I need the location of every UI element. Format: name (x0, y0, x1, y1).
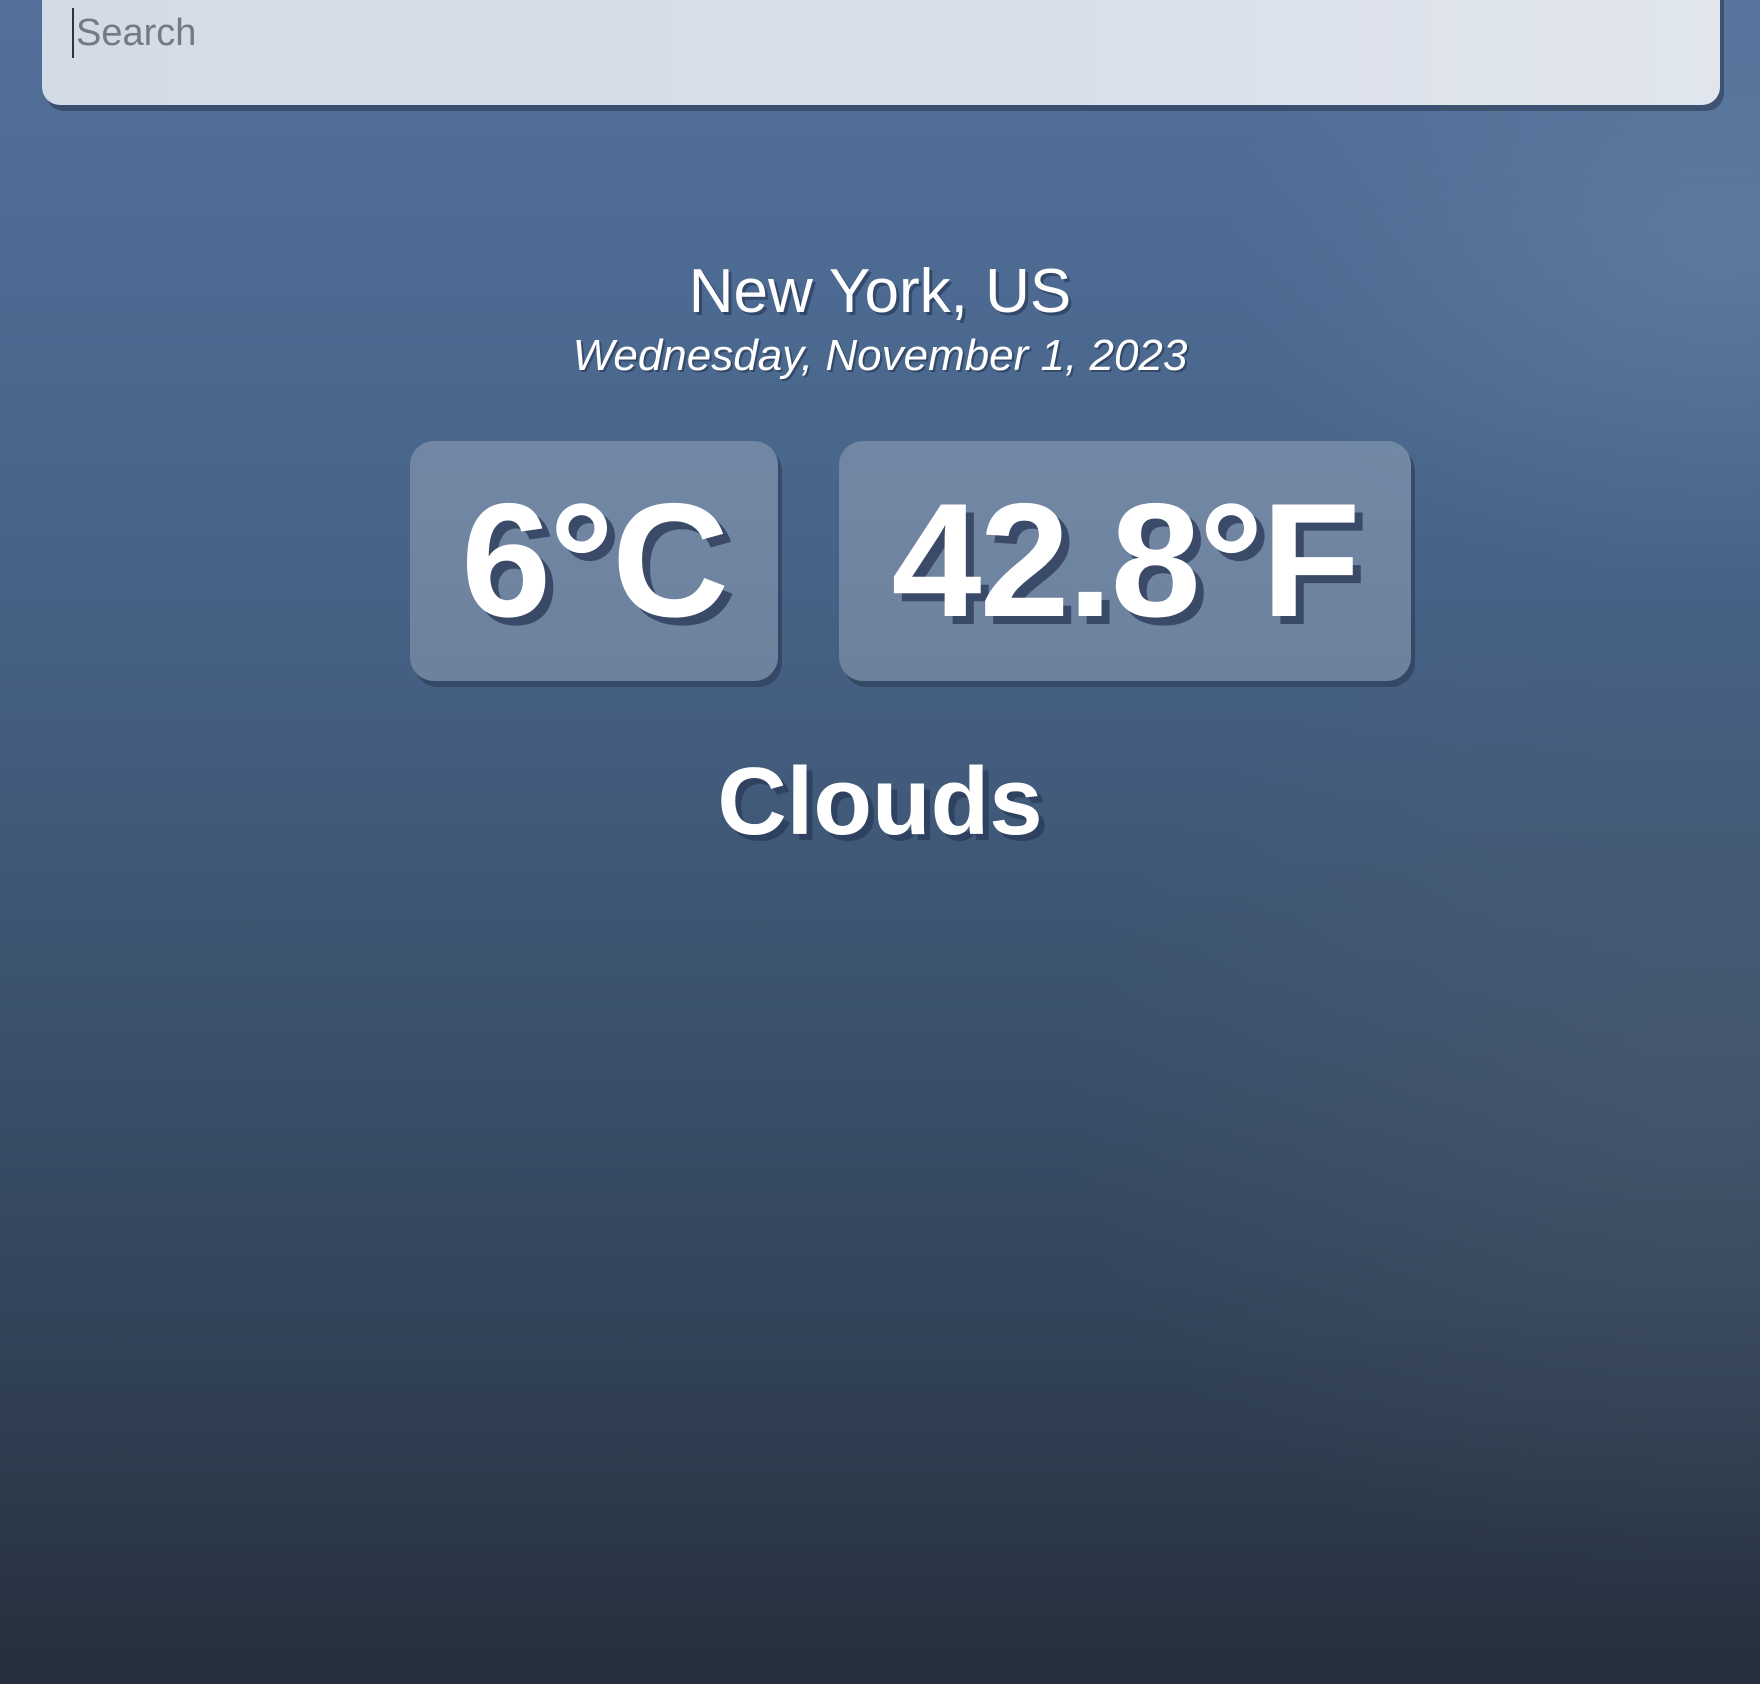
temperature-celsius: 6°C (461, 470, 729, 651)
location-header: New York, US Wednesday, November 1, 2023 (0, 252, 1760, 384)
location-name: New York, US (688, 257, 1072, 326)
temperature-fahrenheit: 42.8°F (891, 470, 1360, 651)
weather-condition: Clouds (717, 748, 1043, 855)
temperature-fahrenheit-card: 42.8°F (839, 441, 1411, 681)
current-date: Wednesday, November 1, 2023 (572, 331, 1188, 380)
search-bar (42, 0, 1720, 105)
search-input[interactable] (72, 8, 1676, 58)
temperature-celsius-card: 6°C (410, 441, 778, 681)
